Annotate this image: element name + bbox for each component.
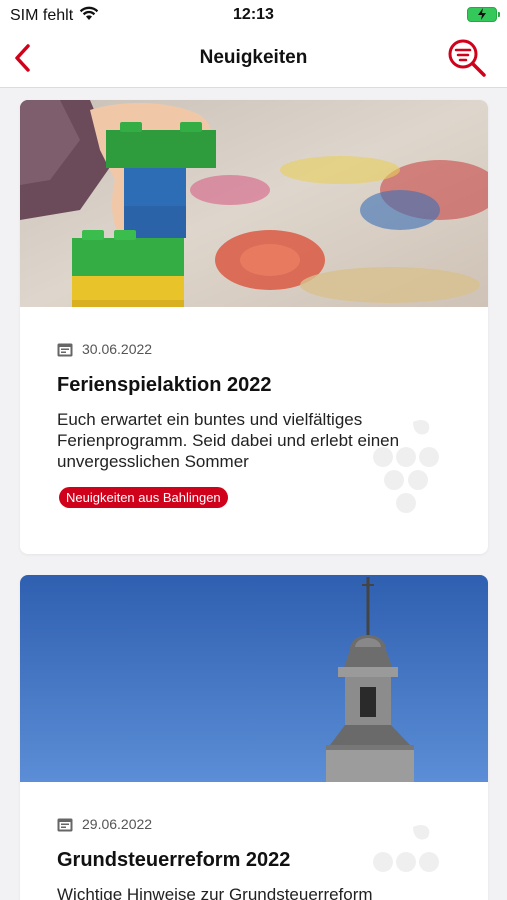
news-title: Ferienspielaktion 2022 xyxy=(57,374,272,396)
calendar-icon xyxy=(57,818,73,831)
news-card-body: 30.06.2022 Ferienspielaktion 2022 Euch e… xyxy=(20,307,488,513)
news-image-lego-blocks xyxy=(20,100,488,307)
status-bar: SIM fehlt 12:13 xyxy=(0,0,507,30)
news-date: 30.06.2022 xyxy=(82,341,153,357)
filter-search-button[interactable] xyxy=(445,36,489,80)
grapes-icon xyxy=(373,420,439,513)
grapes-icon xyxy=(373,825,439,872)
news-image-church-tower xyxy=(20,575,488,782)
page-title: Neuigkeiten xyxy=(199,47,308,68)
calendar-icon xyxy=(57,343,73,356)
clock: 12:13 xyxy=(233,6,274,23)
date-row: 30.06.2022 xyxy=(57,341,451,357)
news-card[interactable]: 30.06.2022 Ferienspielaktion 2022 Euch e… xyxy=(20,100,488,554)
news-card[interactable]: 29.06.2022 Grundsteuerreform 2022 Wichti… xyxy=(20,575,488,900)
news-date: 29.06.2022 xyxy=(82,816,153,832)
navigation-bar: Neuigkeiten xyxy=(0,30,507,88)
search-filter-icon xyxy=(448,39,486,77)
category-badge[interactable]: Neuigkeiten aus Bahlingen xyxy=(59,487,228,508)
battery-charging-icon xyxy=(467,7,500,22)
news-card-body: 29.06.2022 Grundsteuerreform 2022 Wichti… xyxy=(20,782,488,900)
